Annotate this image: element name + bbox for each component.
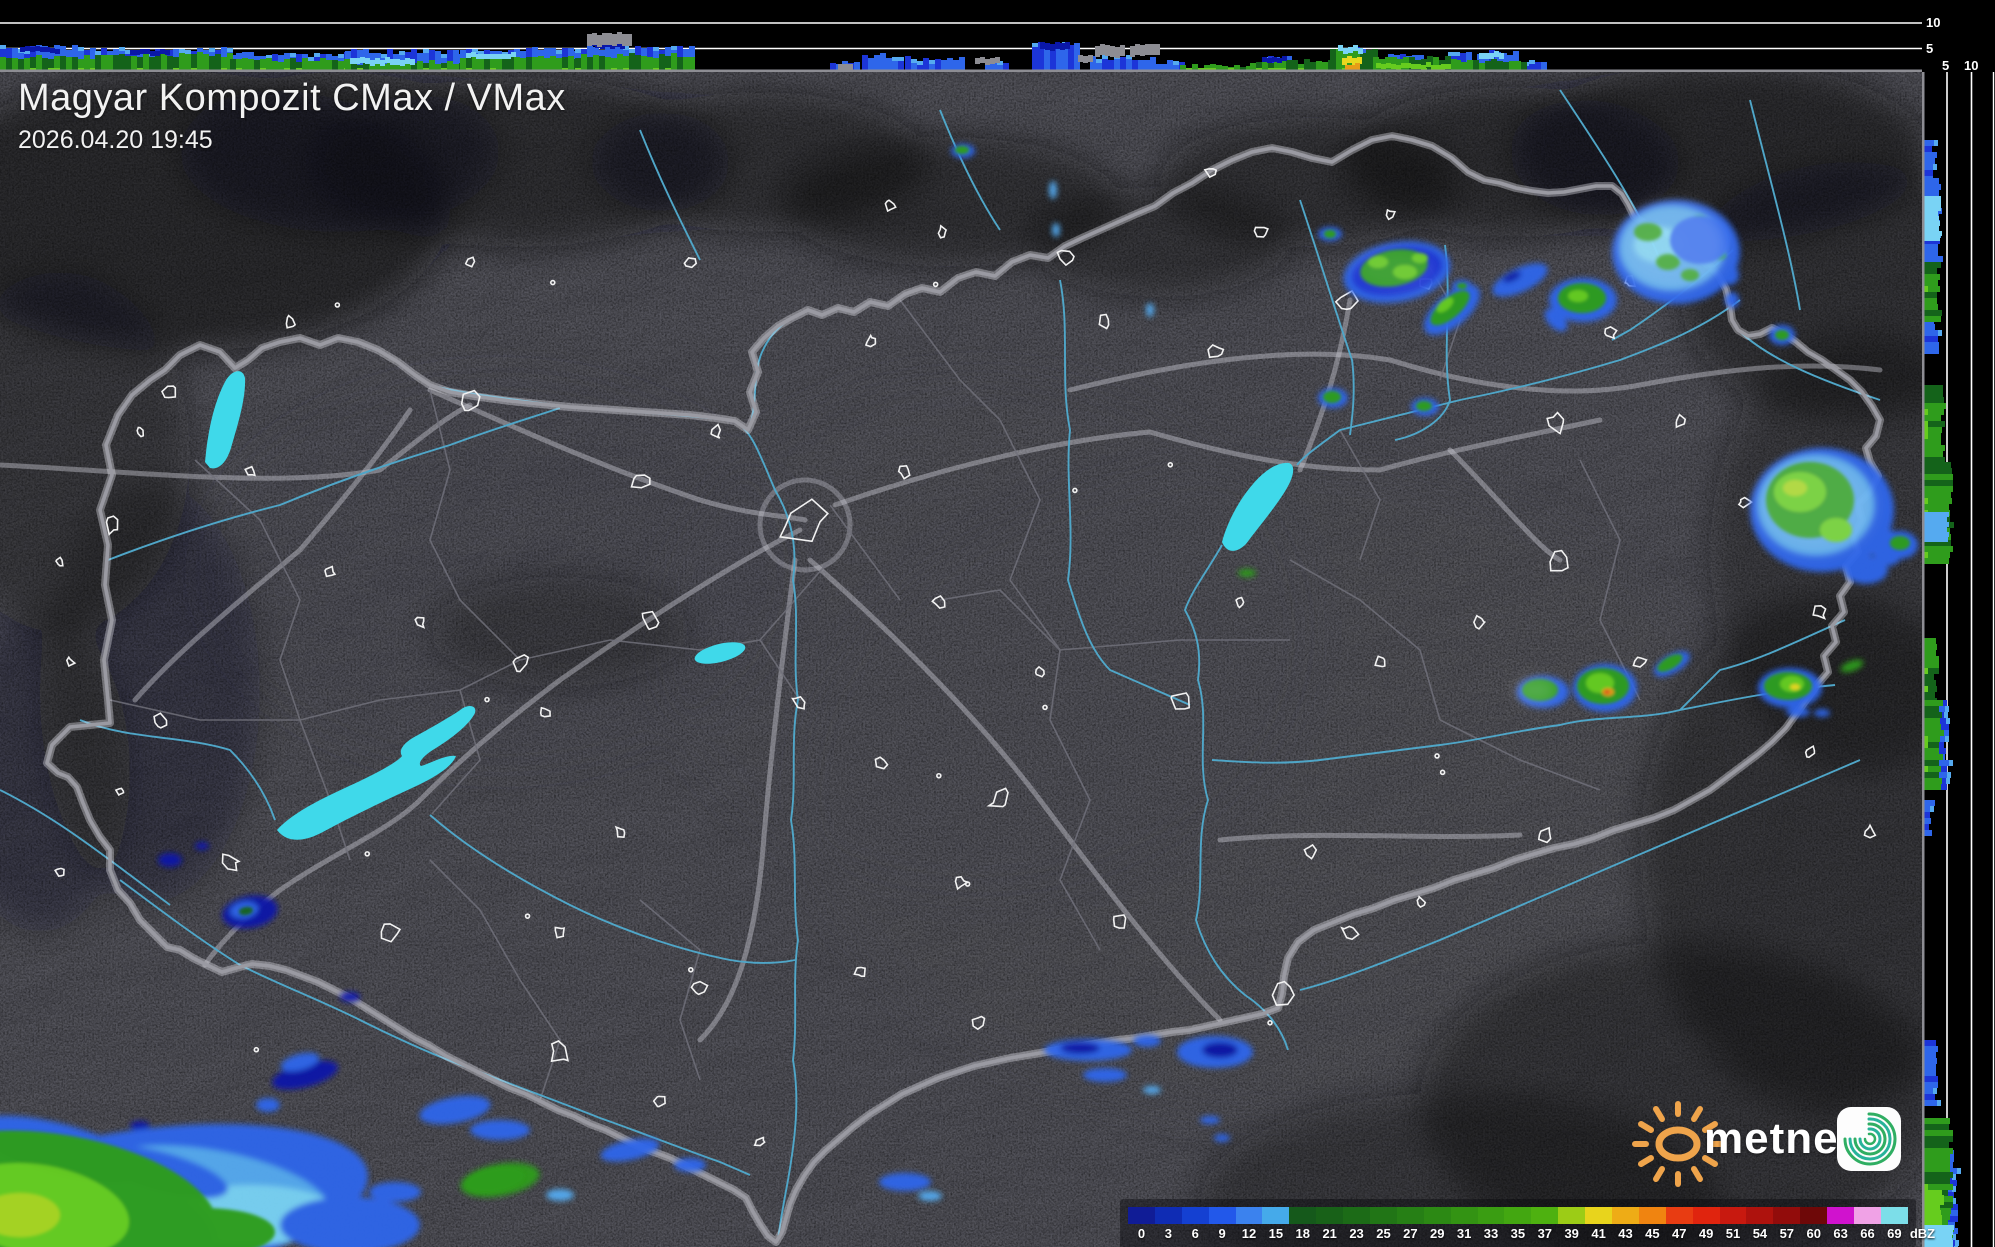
- right-height-profile: [1922, 72, 1995, 1247]
- legend-segment: [1235, 1207, 1263, 1224]
- legend-tick: 23: [1349, 1226, 1364, 1241]
- legend-segment: [1773, 1207, 1801, 1224]
- legend-segment: [1450, 1207, 1478, 1224]
- legend-tick: 37: [1537, 1226, 1553, 1241]
- legend-segment: [1827, 1207, 1855, 1224]
- top-height-profile: [0, 0, 1922, 72]
- legend-tick: 57: [1779, 1226, 1795, 1241]
- legend-segment: [1585, 1207, 1613, 1224]
- legend-tick: 0: [1137, 1226, 1146, 1241]
- legend-segment: [1128, 1207, 1155, 1224]
- top-profile-tick-10: 10: [1926, 15, 1941, 30]
- legend-segment: [1370, 1207, 1397, 1224]
- legend-tick: 63: [1833, 1226, 1848, 1241]
- legend-segment: [1396, 1207, 1424, 1224]
- legend-segment: [1477, 1207, 1505, 1224]
- legend-tick: 3: [1164, 1226, 1172, 1241]
- legend-tick: 12: [1241, 1226, 1257, 1241]
- legend-tick: 49: [1698, 1226, 1714, 1241]
- legend-tick: 39: [1564, 1226, 1579, 1241]
- legend-tick: 18: [1295, 1226, 1311, 1241]
- legend-segment: [1423, 1207, 1451, 1224]
- top-profile-tick-5: 5: [1926, 41, 1934, 56]
- legend-tick: 27: [1403, 1226, 1418, 1241]
- spiral-app-icon: [1837, 1107, 1901, 1171]
- radar-composite-screen: 10 5 5 10 Magyar Kompozit CMax / VMax 20…: [0, 0, 1995, 1247]
- legend-tick: 35: [1510, 1226, 1526, 1241]
- legend-segment: [1880, 1207, 1908, 1224]
- legend-tick: 43: [1618, 1226, 1633, 1241]
- legend-segment: [1692, 1207, 1720, 1224]
- metnet-logo: metnet: [1628, 1096, 1908, 1188]
- legend-tick: 31: [1456, 1226, 1472, 1241]
- right-profile-tick-5: 5: [1942, 58, 1950, 73]
- legend-segment: [1504, 1207, 1532, 1224]
- legend-tick: 69: [1887, 1226, 1902, 1241]
- dbz-tick-labels: 0 3 6 9 12 15 18 21 23 25 27 29 31 33 35 37 39 41 43 45 47 49…: [1128, 1226, 1935, 1244]
- dbz-colorbar: [1128, 1207, 1908, 1224]
- legend-segment: [1343, 1207, 1371, 1224]
- legend-tick: 25: [1376, 1226, 1391, 1241]
- dbz-color-scale: 0 3 6 9 12 15 18 21 23 25 27 29 31 33 35 37 39 41 43 45 47 49…: [1120, 1199, 1935, 1247]
- legend-segment: [1800, 1207, 1828, 1224]
- legend-segment: [1665, 1207, 1693, 1224]
- metnet-wordmark: metnet: [1704, 1114, 1855, 1163]
- legend-segment: [1154, 1207, 1182, 1224]
- legend-tick: 6: [1191, 1226, 1199, 1241]
- legend-segment: [1208, 1207, 1236, 1224]
- legend-tick: 33: [1483, 1226, 1499, 1241]
- legend-segment: [1531, 1207, 1559, 1224]
- legend-tick: 29: [1430, 1226, 1445, 1241]
- legend-tick: 41: [1591, 1226, 1606, 1241]
- legend-segment: [1558, 1207, 1586, 1224]
- legend-segment: [1316, 1207, 1344, 1224]
- legend-segment: [1638, 1207, 1666, 1224]
- legend-tick: 54: [1752, 1226, 1768, 1241]
- legend-tick: 9: [1218, 1226, 1226, 1241]
- legend-tick: 45: [1645, 1226, 1660, 1241]
- right-profile-tick-10: 10: [1964, 58, 1979, 73]
- legend-tick: 21: [1322, 1226, 1337, 1241]
- legend-segment: [1746, 1207, 1774, 1224]
- legend-segment: [1262, 1207, 1290, 1224]
- legend-tick: 51: [1725, 1226, 1741, 1241]
- legend-tick: 60: [1806, 1226, 1821, 1241]
- radar-map: [0, 72, 1922, 1247]
- legend-unit: dBZ: [1909, 1226, 1936, 1241]
- legend-tick: 66: [1860, 1226, 1875, 1241]
- legend-segment: [1289, 1207, 1317, 1224]
- legend-tick: 15: [1268, 1226, 1284, 1241]
- legend-segment: [1181, 1207, 1209, 1224]
- legend-segment: [1612, 1207, 1639, 1224]
- legend-tick: 47: [1672, 1226, 1687, 1241]
- legend-segment: [1719, 1207, 1747, 1224]
- legend-segment: [1854, 1207, 1881, 1224]
